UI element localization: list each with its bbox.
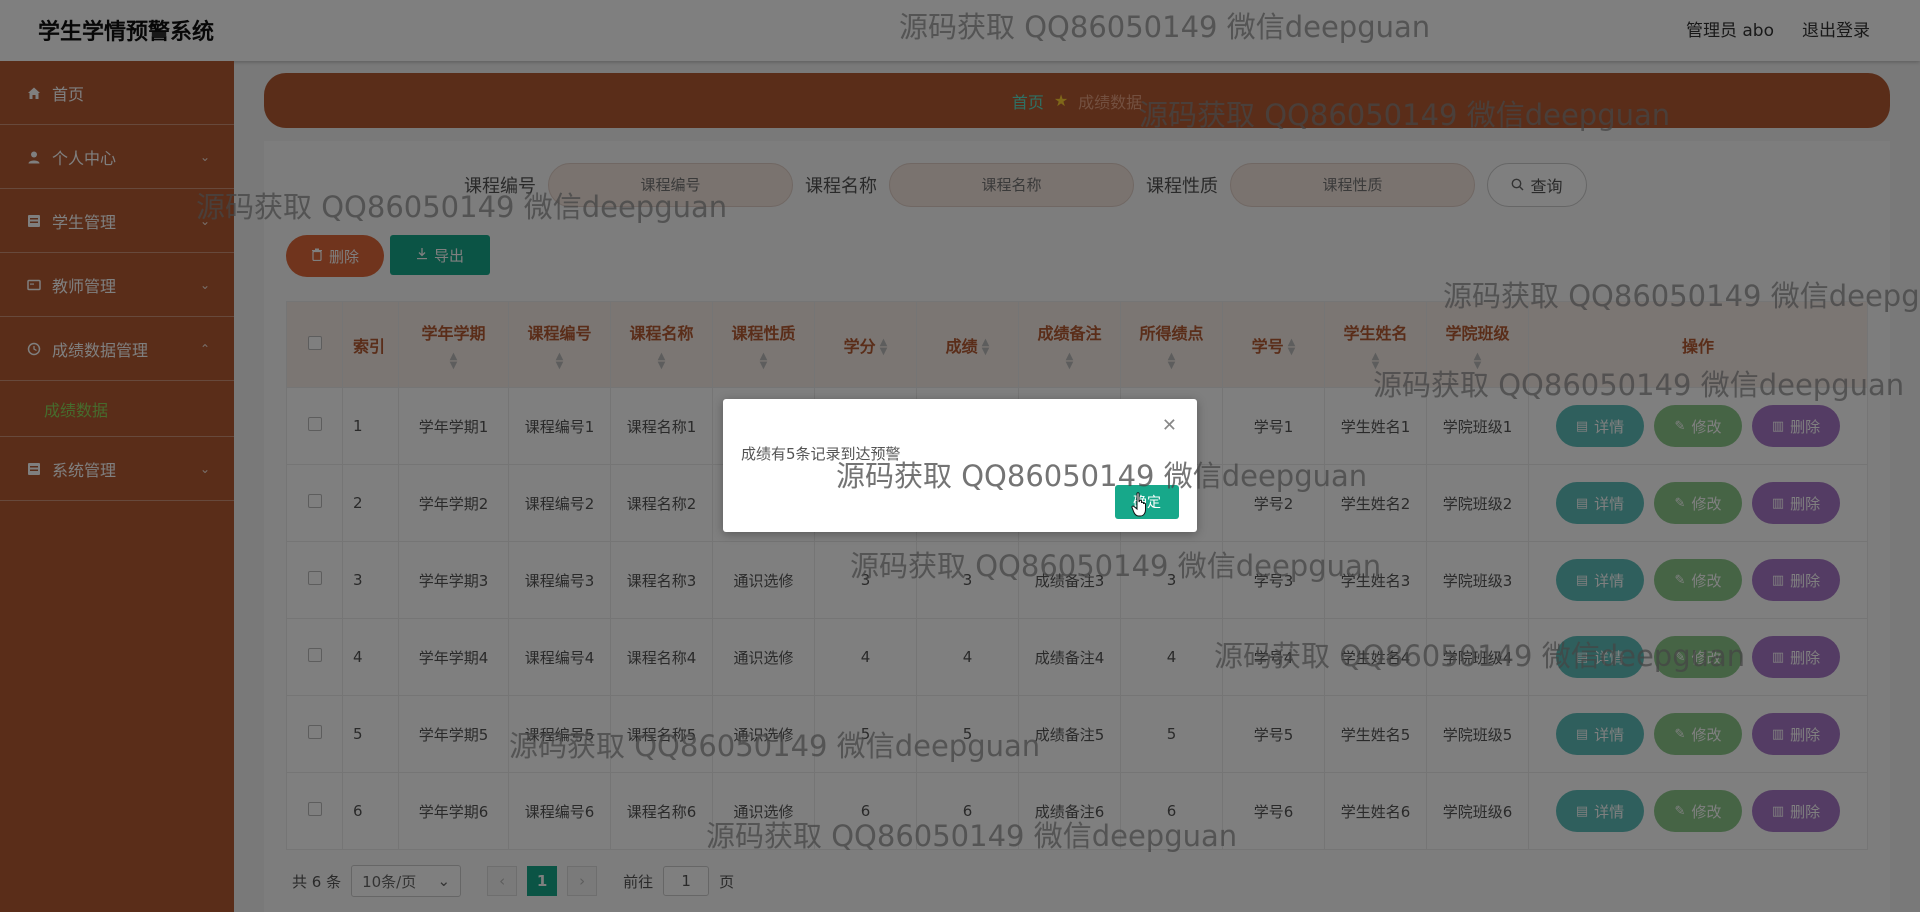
hand-cursor-icon (1131, 492, 1146, 517)
dialog-message: 成绩有5条记录到达预警 (741, 445, 901, 463)
alert-dialog: ✕ 成绩有5条记录到达预警 确定 (723, 399, 1197, 532)
close-icon[interactable]: ✕ (1162, 415, 1177, 436)
